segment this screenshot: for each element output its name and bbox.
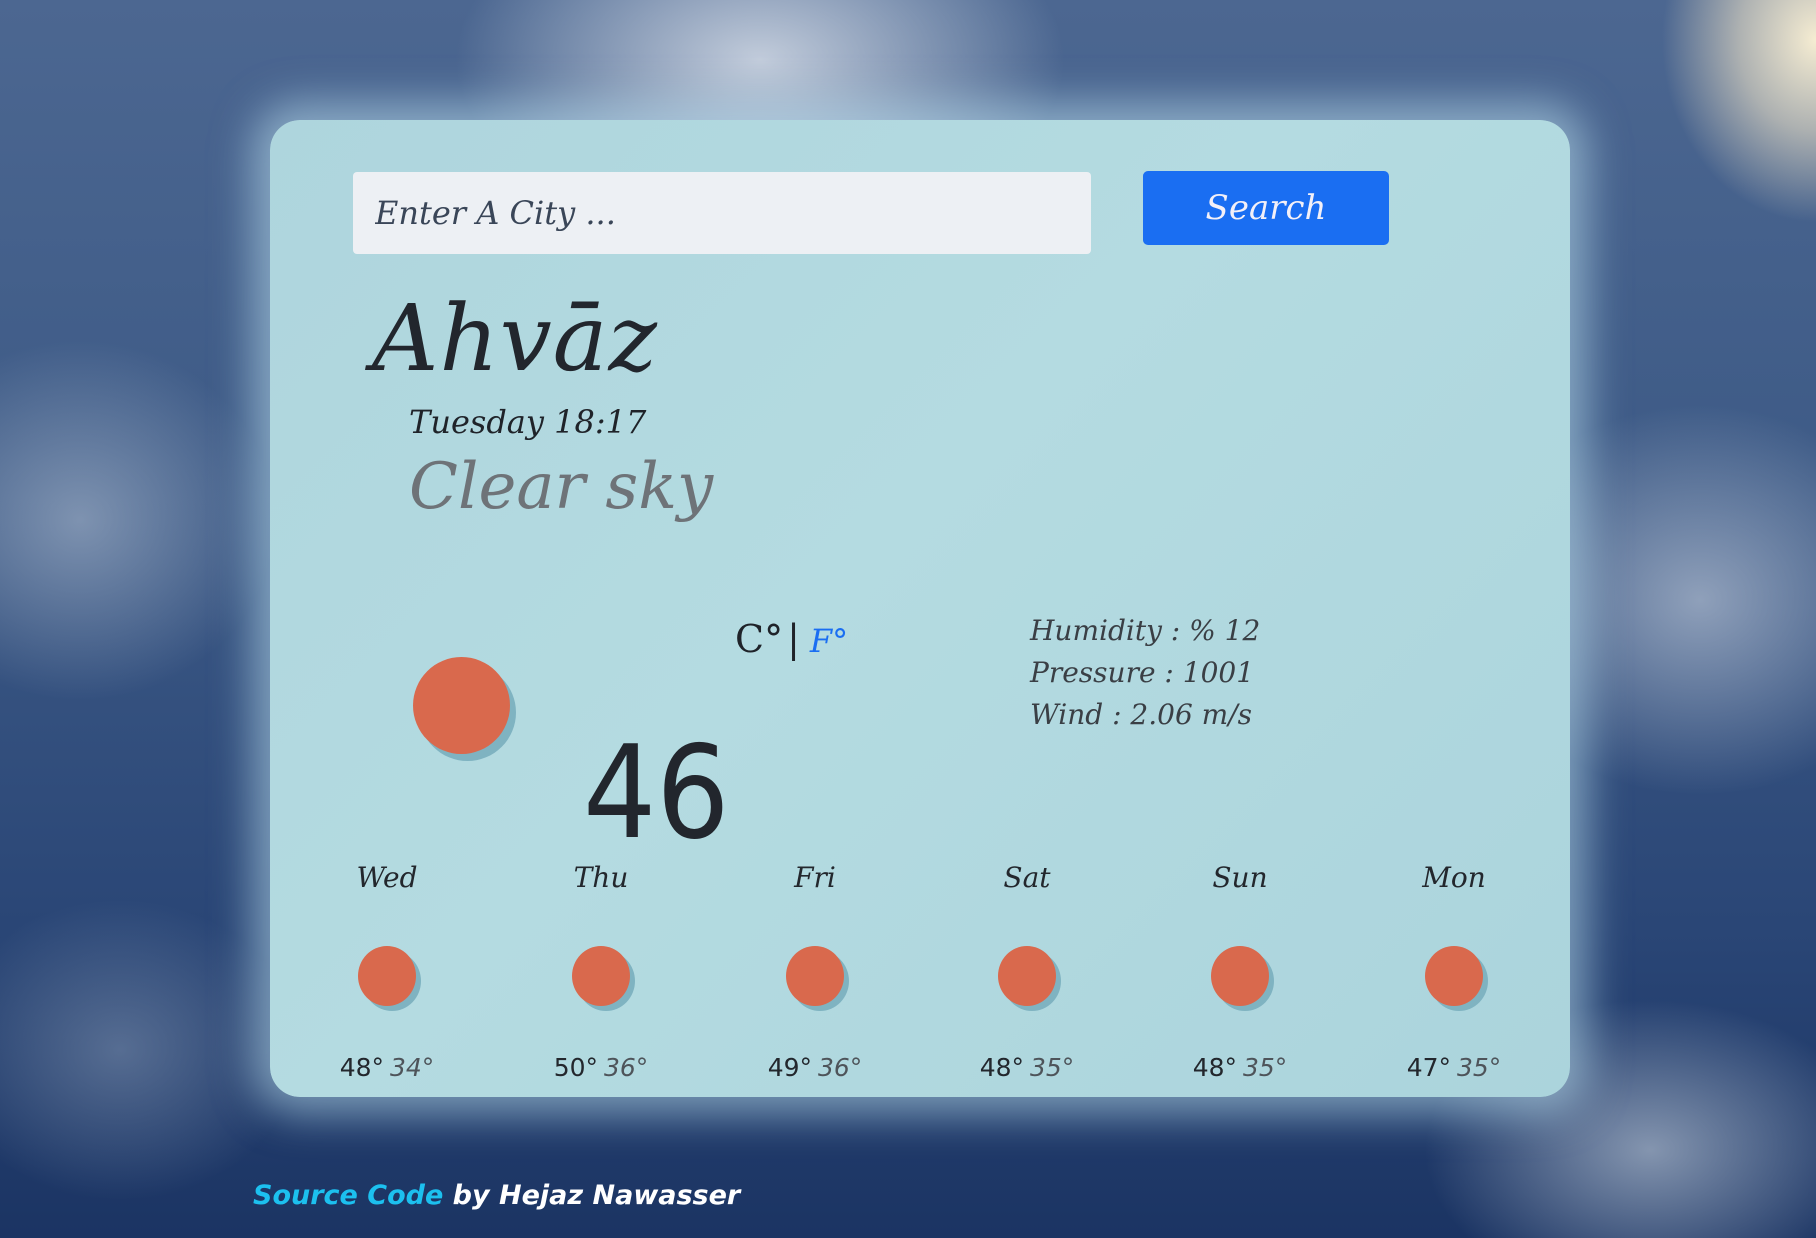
forecast-day: Wed 48° 34° [297,858,477,1083]
footer: Source Code by Hejaz Nawasser [253,1180,740,1211]
sun-icon [572,946,630,1006]
forecast-day-name: Thu [573,861,629,894]
author-credit: by Hejaz Nawasser [452,1180,741,1211]
forecast-high: 47° [1406,1053,1451,1082]
forecast-high: 48° [339,1053,384,1082]
forecast-day-name: Wed [356,861,418,894]
search-button[interactable]: Search [1143,171,1389,245]
forecast-high: 50° [553,1053,598,1082]
forecast-high: 48° [979,1053,1024,1082]
source-code-link[interactable]: Source Code [253,1180,443,1211]
forecast-low: 35° [1457,1053,1502,1082]
forecast-temps: 47° 35° [1364,1053,1544,1083]
unit-toggle: C° | F° [735,620,848,658]
forecast-day-name: Mon [1422,861,1486,894]
wind-value: Wind : 2.06 m/s [1030,698,1253,731]
forecast-low: 36° [818,1053,863,1082]
forecast-day-name: Sat [1003,861,1051,894]
current-datetime: Tuesday 18:17 [409,403,647,441]
forecast-temps: 48° 35° [1150,1053,1330,1083]
forecast-day-name: Sun [1212,861,1268,894]
forecast-day: Sat 48° 35° [937,858,1117,1083]
forecast-low: 35° [1030,1053,1075,1082]
sun-icon [998,946,1056,1006]
forecast-high: 49° [767,1053,812,1082]
current-temperature: 46 [583,719,730,868]
sun-icon [1425,946,1483,1006]
forecast-day: Thu 50° 36° [511,858,691,1083]
weather-details: Humidity : % 12 Pressure : 1001 Wind : 2… [1030,610,1260,736]
celsius-toggle[interactable]: C° [735,617,783,661]
sun-icon [413,657,510,754]
city-name: Ahvāz [372,285,658,392]
forecast-temps: 48° 35° [937,1053,1117,1083]
sun-icon [358,946,416,1006]
weather-condition: Clear sky [409,450,714,524]
forecast-temps: 48° 34° [297,1053,477,1083]
forecast-day: Fri 49° 36° [725,858,905,1083]
sun-icon [1211,946,1269,1006]
forecast-day-name: Fri [794,861,836,894]
forecast-low: 34° [390,1053,435,1082]
forecast-low: 36° [604,1053,649,1082]
city-search-input[interactable] [353,172,1091,254]
pressure-value: Pressure : 1001 [1030,656,1255,689]
forecast-row: Wed 48° 34° Thu 50° 36° Fri 49° 36° Sat 48°… [270,120,1570,1097]
weather-card: Search Ahvāz Tuesday 18:17 Clear sky 46 … [270,120,1570,1097]
forecast-temps: 49° 36° [725,1053,905,1083]
unit-separator: | [787,617,800,661]
fahrenheit-toggle[interactable]: F° [810,622,848,660]
forecast-high: 48° [1192,1053,1237,1082]
forecast-day: Mon 47° 35° [1364,858,1544,1083]
forecast-temps: 50° 36° [511,1053,691,1083]
forecast-day: Sun 48° 35° [1150,858,1330,1083]
forecast-low: 35° [1243,1053,1288,1082]
sun-icon [786,946,844,1006]
humidity-value: Humidity : % 12 [1030,614,1261,647]
